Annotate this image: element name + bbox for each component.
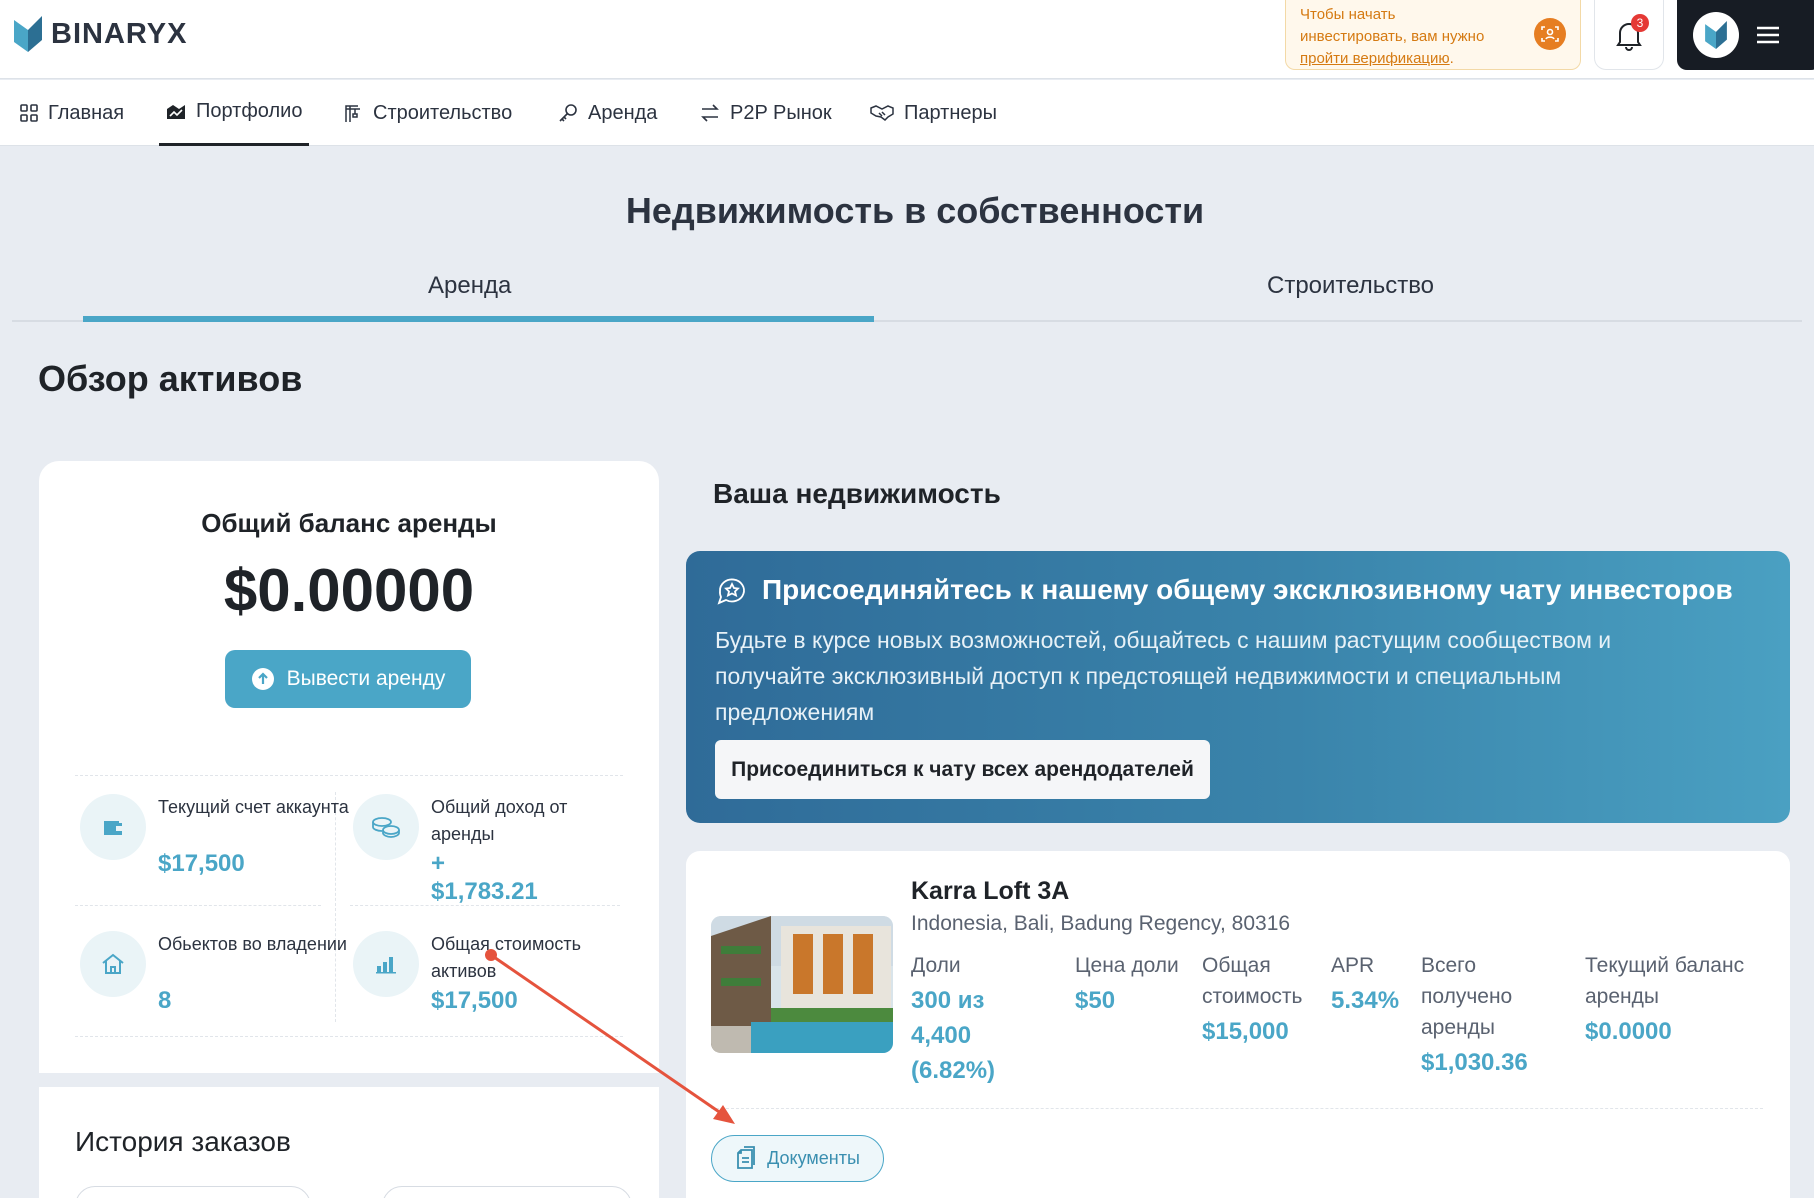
col-total-rent-received: Всего получено аренды $1,030.36 (1421, 954, 1528, 1076)
ownership-tabs: Аренда Строительство (12, 272, 1802, 322)
promo-text: Будьте в курсе новых возможностей, общай… (715, 627, 1612, 725)
coins-icon (353, 794, 419, 860)
verify-link[interactable]: пройти верификацию (1300, 50, 1450, 67)
active-tab-indicator (83, 316, 874, 322)
logo-icon (14, 16, 42, 52)
arrow-up-circle-icon (251, 668, 274, 690)
divider (335, 792, 336, 1022)
col-total-value: Общая стоимость $15,000 (1202, 954, 1303, 1045)
tab-rent[interactable]: Аренда (428, 272, 511, 300)
history-filter[interactable] (382, 1186, 632, 1198)
face-scan-icon[interactable] (1534, 18, 1566, 50)
nav-partners[interactable]: Партнеры (870, 80, 997, 146)
home-icon (80, 931, 146, 997)
nav-construction[interactable]: Строительство (343, 80, 512, 146)
divider (75, 775, 623, 776)
divider (75, 905, 321, 906)
col-apr: APR 5.34% (1331, 954, 1400, 1014)
overview-title: Обзор активов (38, 358, 303, 399)
key-icon (559, 104, 577, 122)
balance-value: $0.00000 (223, 557, 475, 624)
handshake-icon (870, 105, 894, 121)
col-share-price: Цена доли $50 (1075, 954, 1179, 1014)
tab-construction[interactable]: Строительство (1267, 272, 1434, 300)
crane-icon (345, 105, 360, 122)
avatar (1693, 12, 1739, 58)
join-chat-button[interactable]: Присоединиться к чату всех арендодателей (715, 740, 1210, 799)
notification-badge: 3 (1631, 14, 1649, 32)
col-shares: Доли 300 из 4,400 (6.82%) (911, 954, 996, 1084)
logo-text: BINARYX (51, 17, 188, 50)
document-icon (737, 1145, 755, 1169)
verify-line2: инвестировать, вам нужно (1300, 28, 1485, 45)
main-nav: Главная Портфолио Строительство Аренда P… (0, 80, 1814, 146)
withdraw-rent-button[interactable]: Вывести аренду (225, 650, 471, 708)
order-history-title: История заказов (75, 1126, 291, 1157)
bar-chart-icon (353, 931, 419, 997)
nav-home[interactable]: Главная (20, 80, 124, 146)
page-title: Недвижимость в собственности (625, 190, 1205, 231)
col-current-rent-balance: Текущий баланс аренды $0.0000 (1585, 954, 1745, 1045)
balance-title: Общий баланс аренды (201, 508, 497, 538)
grid-icon (20, 104, 38, 122)
hamburger-icon (1757, 26, 1779, 44)
chart-icon (167, 104, 185, 119)
property-address: Indonesia, Bali, Badung Regency, 80316 (911, 912, 1291, 935)
top-header: BINARYX Чтобы начать инвестировать, вам … (0, 0, 1814, 79)
notifications-button[interactable]: 3 (1594, 0, 1664, 70)
swap-icon (701, 104, 719, 122)
account-menu-button[interactable] (1677, 0, 1814, 70)
property-image[interactable] (711, 916, 893, 1053)
logo[interactable]: BINARYX (14, 16, 187, 52)
promo-title: Присоединяйтесь к нашему общему эксклюзи… (762, 574, 1733, 605)
wallet-icon (80, 794, 146, 860)
divider (711, 1108, 1763, 1109)
your-property-title: Ваша недвижимость (713, 478, 1001, 509)
verification-banner[interactable]: Чтобы начать инвестировать, вам нужно пр… (1285, 0, 1581, 70)
divider (75, 1036, 623, 1037)
chat-star-icon (717, 578, 745, 605)
nav-rent[interactable]: Аренда (558, 80, 657, 146)
nav-portfolio[interactable]: Портфолио (159, 80, 310, 146)
documents-button[interactable]: Документы (711, 1135, 884, 1182)
history-filter[interactable] (75, 1186, 311, 1198)
property-name[interactable]: Karra Loft 3A (911, 877, 1069, 906)
nav-p2p-market[interactable]: P2P Рынок (700, 80, 832, 146)
verify-line1: Чтобы начать (1300, 6, 1396, 23)
